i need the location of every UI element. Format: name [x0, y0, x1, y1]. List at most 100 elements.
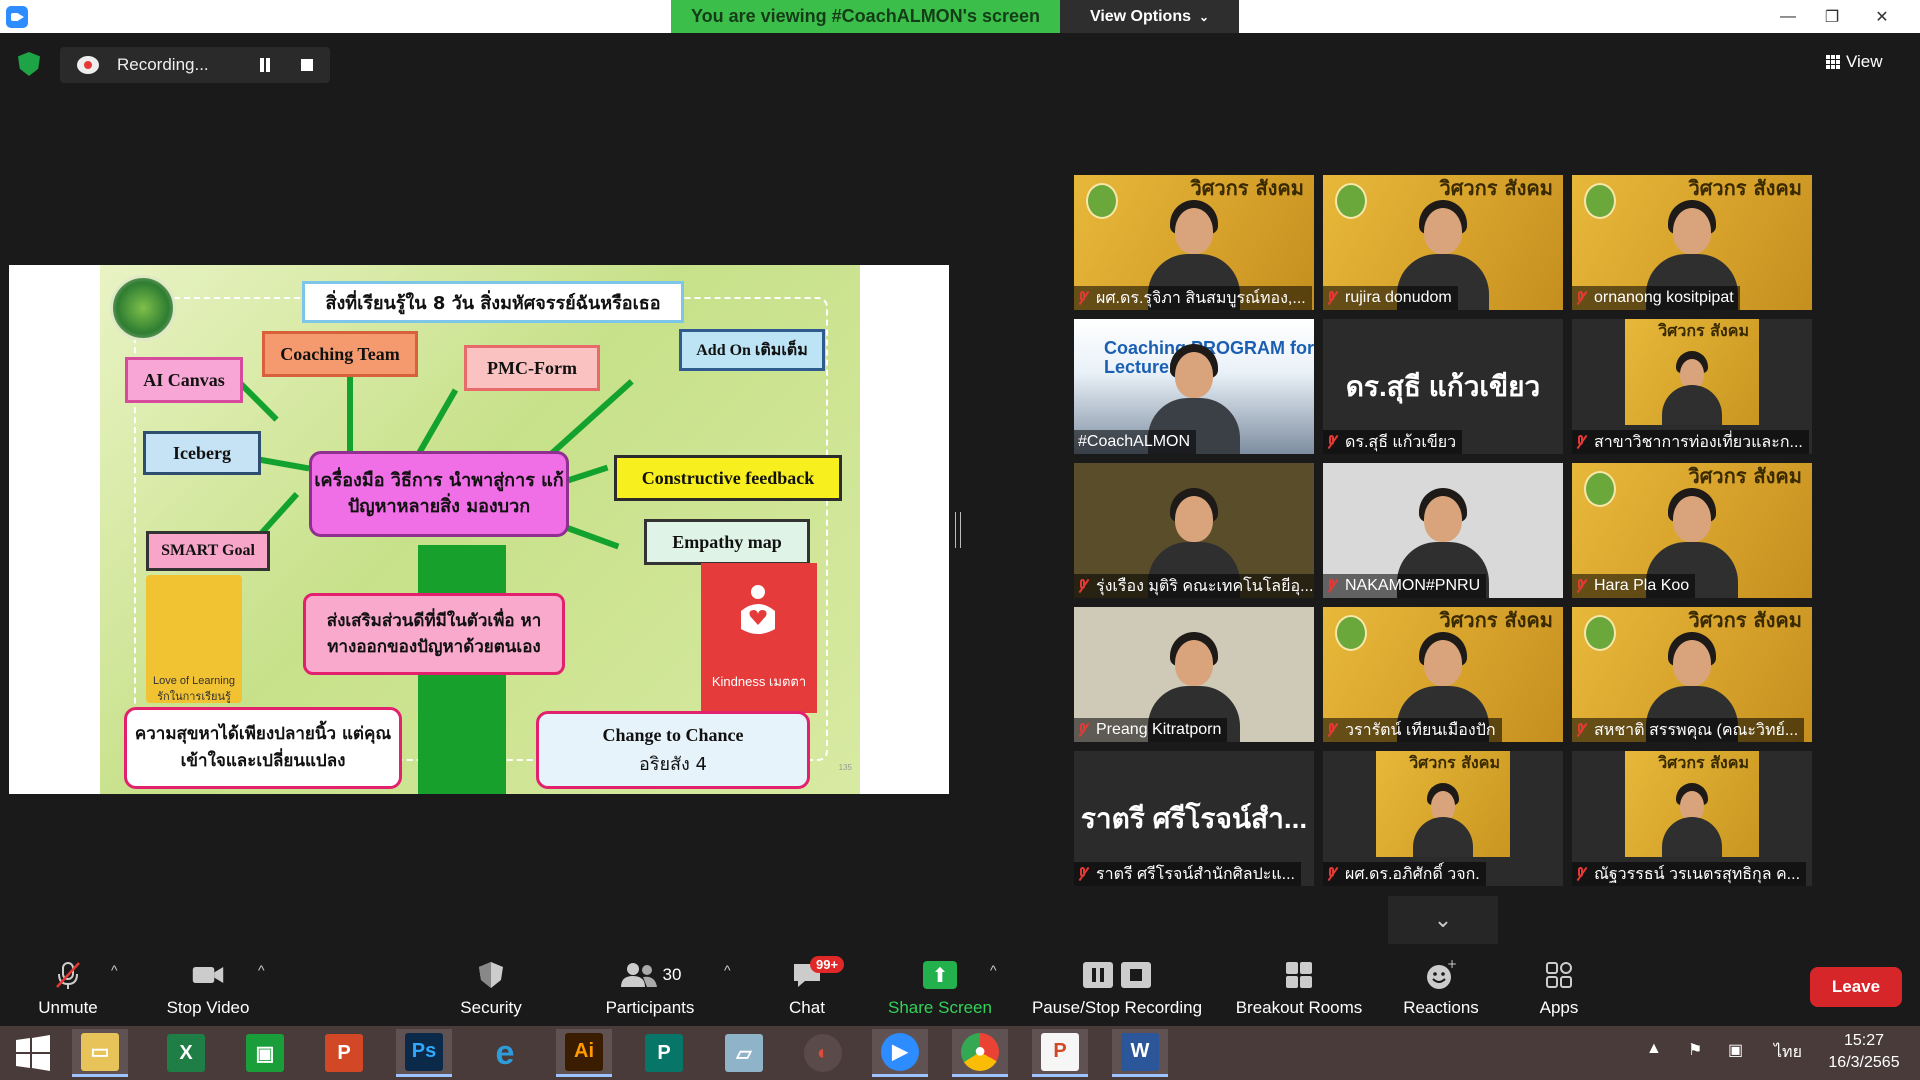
chat-button[interactable]: 99+ Chat	[772, 950, 845, 1026]
share-options-caret[interactable]: ^	[990, 962, 997, 978]
stop-recording-icon[interactable]	[301, 59, 313, 71]
muted-microphone-icon	[1576, 435, 1586, 449]
gallery-next-page-button[interactable]: ⌄	[1388, 896, 1498, 944]
reactions-button[interactable]: + Reactions	[1396, 950, 1486, 1026]
muted-microphone-icon	[1078, 579, 1088, 593]
participant-video-tile[interactable]: วิศวกร สังคม Hara Pla Koo	[1572, 463, 1812, 598]
participants-button[interactable]: 30 Participants	[598, 950, 702, 1026]
box-change-to-chance: Change to Chance อริยสัง 4	[536, 711, 810, 789]
participant-video-tile[interactable]: Preang Kitratporn	[1074, 607, 1314, 742]
muted-microphone-icon	[1078, 291, 1088, 305]
box-empathy-map: Empathy map	[644, 519, 810, 565]
show-hidden-icons-caret[interactable]: ▲	[1646, 1040, 1662, 1058]
participant-name-label: ดร.สุธี แก้วเขียว	[1323, 430, 1463, 454]
apps-button[interactable]: Apps	[1526, 950, 1592, 1026]
taskbar-photoscape[interactable]: ◐	[795, 1029, 851, 1077]
illustrator-icon: Ai	[565, 1032, 603, 1071]
participant-name: NAKAMON#PNRU	[1345, 577, 1481, 594]
taskbar-internet-explorer[interactable]: e	[477, 1029, 533, 1077]
notes-icon: ▱	[725, 1034, 763, 1072]
unmute-label: Unmute	[38, 998, 98, 1017]
participant-video-tile[interactable]: วิศวกร สังคม rujira donudom	[1323, 175, 1563, 310]
split-view-handle[interactable]	[955, 512, 961, 548]
participant-name: Preang Kitratporn	[1096, 721, 1222, 738]
participant-video-tile[interactable]: Coaching PROGRAM for Lecturer #CoachALMON	[1074, 319, 1314, 454]
participant-video-tile[interactable]: วิศวกร สังคม วรารัตน์ เทียนเมืองปัก	[1323, 607, 1563, 742]
participants-icon: 30	[610, 960, 690, 990]
change-to-chance-sub: อริยสัง 4	[639, 754, 707, 775]
participant-video-tile[interactable]: วิศวกร สังคม ณัฐวรรธน์ วรเนตรสุทธิกุล ค..…	[1572, 751, 1812, 886]
university-logo	[1584, 471, 1616, 507]
participant-video-tile[interactable]: วิศวกร สังคม ผศ.ดร.รุจิภา สินสมบูรณ์ทอง,.…	[1074, 175, 1314, 310]
taskbar-powerpoint-2[interactable]: P	[1032, 1029, 1088, 1077]
banner-text: วิศวกร สังคม	[1658, 753, 1749, 772]
taskbar-word[interactable]: W	[1112, 1029, 1168, 1077]
reactions-label: Reactions	[1403, 998, 1479, 1017]
taskbar-store[interactable]: ▣	[237, 1029, 293, 1077]
minimize-button[interactable]: —	[1766, 0, 1810, 33]
security-shield-icon	[474, 960, 508, 990]
stop-video-button[interactable]: Stop Video	[158, 950, 258, 1026]
participant-name: #CoachALMON	[1078, 433, 1191, 450]
view-layout-button[interactable]: View	[1826, 46, 1904, 78]
participant-name: สหชาติ สรรพคุณ (คณะวิทย์...	[1594, 721, 1799, 739]
taskbar-powerpoint[interactable]: P	[316, 1029, 372, 1077]
banner-text: วิศวกร สังคม	[1439, 176, 1553, 200]
participants-count: 30	[662, 965, 682, 984]
chevron-down-icon: ⌄	[1199, 9, 1210, 24]
breakout-rooms-button[interactable]: Breakout Rooms	[1228, 950, 1370, 1026]
taskbar-chrome[interactable]: ●	[952, 1029, 1008, 1077]
share-screen-button[interactable]: ⬆ Share Screen	[880, 950, 1000, 1026]
participant-video-tile[interactable]: วิศวกร สังคม ผศ.ดร.อภิศักดิ์ วจก.	[1323, 751, 1563, 886]
windows-logo-icon	[16, 1035, 50, 1071]
box-constructive-feedback: Constructive feedback	[614, 455, 842, 501]
input-language[interactable]: ไทย	[1774, 1040, 1802, 1065]
file-explorer-icon: ▭	[81, 1032, 119, 1071]
love-of-learning-label: Love of Learning รักในการเรียนรู้	[153, 675, 235, 703]
taskbar-zoom[interactable]: ▶	[872, 1029, 928, 1077]
taskbar-photoshop[interactable]: Ps	[396, 1029, 452, 1077]
restore-button[interactable]: ❐	[1810, 0, 1854, 33]
encryption-shield-icon[interactable]	[18, 52, 40, 76]
taskbar-publisher[interactable]: P	[636, 1029, 692, 1077]
participant-video-tile[interactable]: ดร.สุธี แก้วเขียว ดร.สุธี แก้วเขียว	[1323, 319, 1563, 454]
security-button[interactable]: Security	[446, 950, 536, 1026]
banner-text: วิศวกร สังคม	[1688, 176, 1802, 200]
network-icon[interactable]: ▣	[1728, 1040, 1743, 1060]
taskbar-notes[interactable]: ▱	[716, 1029, 772, 1077]
taskbar-clock[interactable]: 15:27 16/3/2565	[1815, 1030, 1913, 1074]
pause-stop-recording-button[interactable]: Pause/Stop Recording	[1022, 950, 1212, 1026]
muted-microphone-icon	[1327, 723, 1337, 737]
participant-video-tile[interactable]: วิศวกร สังคม สาขาวิชาการท่องเที่ยวและก...	[1572, 319, 1812, 454]
muted-microphone-icon	[1078, 723, 1088, 737]
participant-video-tile[interactable]: วิศวกร สังคม ornanong kositpipat	[1572, 175, 1812, 310]
store-icon: ▣	[246, 1034, 284, 1072]
pause-recording-icon[interactable]	[258, 58, 272, 72]
leave-meeting-button[interactable]: Leave	[1810, 967, 1902, 1007]
box-iceberg: Iceberg	[143, 431, 261, 475]
video-options-caret[interactable]: ^	[258, 962, 265, 978]
view-label: View	[1846, 52, 1883, 71]
university-seal-logo	[110, 275, 176, 341]
view-options-button[interactable]: View Options ⌄	[1060, 0, 1239, 33]
participants-options-caret[interactable]: ^	[724, 962, 731, 978]
taskbar-excel[interactable]: X	[158, 1029, 214, 1077]
pause-recording-label: Pause/Stop Recording	[1031, 998, 1203, 1017]
participant-video-tile[interactable]: NAKAMON#PNRU	[1323, 463, 1563, 598]
participant-video-tile[interactable]: ราตรี ศรีโรจน์สำ... ราตรี ศรีโรจน์สำนักศิ…	[1074, 751, 1314, 886]
taskbar-file-explorer[interactable]: ▭	[72, 1029, 128, 1077]
excel-icon: X	[167, 1034, 205, 1072]
action-center-flag-icon[interactable]: ⚑	[1688, 1040, 1702, 1060]
audio-options-caret[interactable]: ^	[111, 962, 118, 978]
participant-name: รุ่งเรือง มุติริ คณะเทคโนโลยีอุ...	[1096, 577, 1314, 595]
unmute-button[interactable]: Unmute	[28, 950, 108, 1026]
participants-label: Participants	[605, 998, 695, 1017]
participant-video-tile[interactable]: วิศวกร สังคม สหชาติ สรรพคุณ (คณะวิทย์...	[1572, 607, 1812, 742]
chevron-down-icon: ⌄	[1433, 907, 1453, 932]
minimize-icon: —	[1780, 7, 1796, 25]
participant-video-tile[interactable]: รุ่งเรือง มุติริ คณะเทคโนโลยีอุ...	[1074, 463, 1314, 598]
apps-icon	[1542, 960, 1576, 990]
taskbar-illustrator[interactable]: Ai	[556, 1029, 612, 1077]
close-button[interactable]: ✕	[1860, 0, 1904, 33]
windows-start-button[interactable]	[5, 1029, 61, 1077]
